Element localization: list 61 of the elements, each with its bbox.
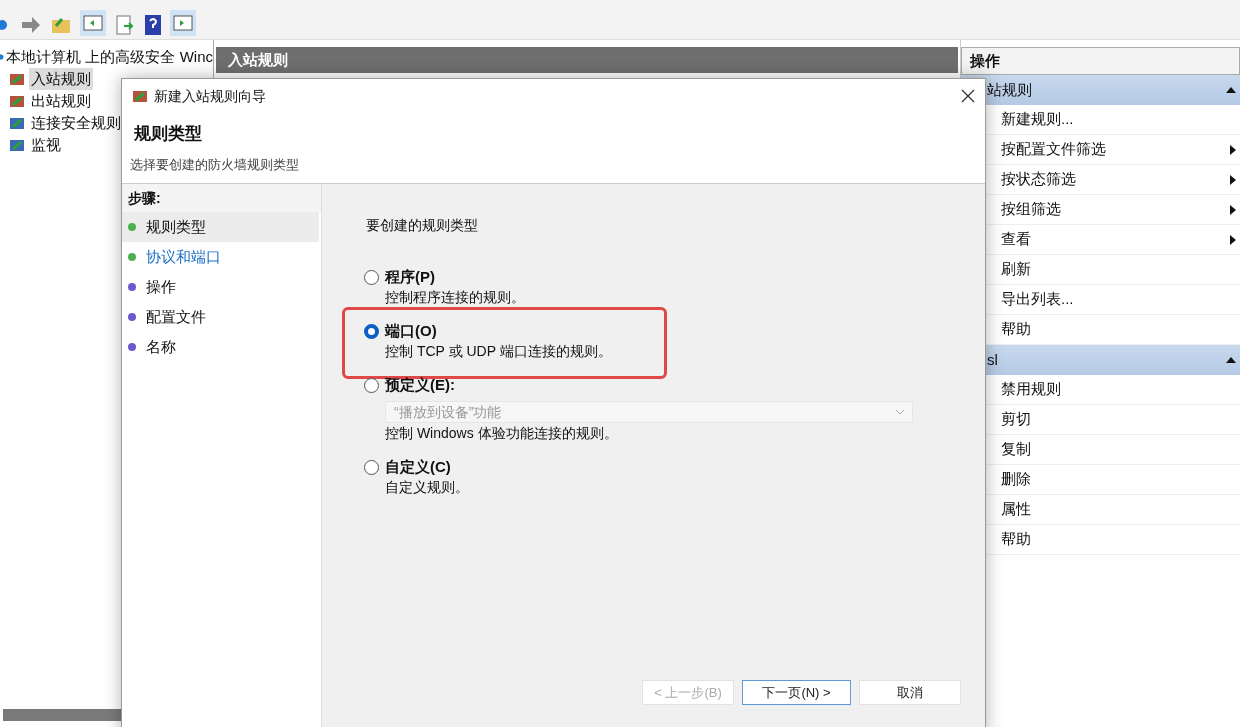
firewall-icon (9, 71, 25, 87)
action-item[interactable]: 复制 (1001, 438, 1236, 461)
page-heading: 规则类型 (133, 123, 203, 145)
page-subtitle: 选择要创建的防火墙规则类型 (130, 155, 300, 174)
tree-item[interactable]: 连接安全规则 (29, 111, 123, 135)
action-item[interactable]: 按状态筛选 (1001, 168, 1230, 191)
tree-item[interactable]: 监视 (29, 133, 63, 157)
firewall-icon (9, 93, 25, 109)
step-item[interactable]: 操作 (122, 272, 319, 302)
option-description: 控制 TCP 或 UDP 端口连接的规则。 (385, 342, 613, 361)
radio-button[interactable] (364, 269, 379, 285)
action-item[interactable]: 刷新 (1001, 258, 1236, 281)
section-title: sl (987, 349, 998, 370)
dialog-button[interactable]: 下一页(N) > (742, 680, 851, 705)
help-icon[interactable] (144, 14, 162, 36)
option-description: 自定义规则。 (385, 478, 470, 497)
action-item[interactable]: 按配置文件筛选 (1001, 138, 1230, 161)
step-item[interactable]: 配置文件 (122, 302, 319, 332)
tree-item[interactable]: 入站规则 (29, 67, 93, 91)
dialog-button[interactable]: 取消 (859, 680, 961, 705)
firewall-icon (132, 88, 148, 104)
panel-header: 入站规则 (216, 47, 958, 73)
caret-icon (896, 409, 904, 415)
dialog-title: 新建入站规则向导 (154, 86, 267, 106)
prompt-text: 要创建的规则类型 (366, 216, 479, 235)
actions-header: 操作 (961, 47, 1240, 75)
option-label[interactable]: 端口(O) (385, 319, 437, 343)
forward-icon[interactable] (20, 14, 42, 36)
firewall-icon (9, 137, 25, 153)
option-label[interactable]: 自定义(C) (385, 455, 451, 479)
option-description: 控制程序连接的规则。 (385, 288, 526, 307)
action-item[interactable]: 剪切 (1001, 408, 1236, 431)
action-item[interactable]: 帮助 (1001, 528, 1236, 551)
panel-icon[interactable] (170, 10, 196, 36)
option-label[interactable]: 预定义(E): (385, 373, 455, 397)
tree-item[interactable]: 出站规则 (29, 89, 93, 113)
action-item[interactable]: 删除 (1001, 468, 1236, 491)
action-item[interactable]: 新建规则... (1001, 108, 1236, 131)
panel-icon[interactable] (80, 10, 106, 36)
step-item[interactable]: 规则类型 (122, 212, 319, 242)
action-item[interactable]: 属性 (1001, 498, 1236, 521)
radio-button[interactable] (364, 323, 379, 339)
collapse-icon[interactable] (1226, 87, 1236, 93)
step-item[interactable]: 协议和端口 (122, 242, 319, 272)
option-description: 控制 Windows 体验功能连接的规则。 (385, 424, 619, 443)
section-header[interactable]: 站规则 (961, 75, 1240, 105)
action-item[interactable]: 按组筛选 (1001, 198, 1230, 221)
step-item[interactable]: 名称 (122, 332, 319, 362)
steps-label: 步骤: (122, 184, 321, 212)
radio-button[interactable] (364, 459, 379, 475)
close-icon[interactable] (961, 89, 975, 103)
action-item[interactable]: 导出列表... (1001, 288, 1236, 311)
action-item[interactable]: 禁用规则 (1001, 378, 1236, 401)
action-item[interactable]: 查看 (1001, 228, 1230, 251)
section-title: 站规则 (987, 79, 1032, 100)
option-label[interactable]: 程序(P) (385, 265, 435, 289)
collapse-icon[interactable] (1226, 357, 1236, 363)
export-icon[interactable] (114, 14, 136, 36)
tree-root[interactable]: 本地计算机 上的高级安全 Winc (6, 45, 213, 69)
firewall-icon (9, 115, 25, 131)
action-item[interactable]: 帮助 (1001, 318, 1236, 341)
